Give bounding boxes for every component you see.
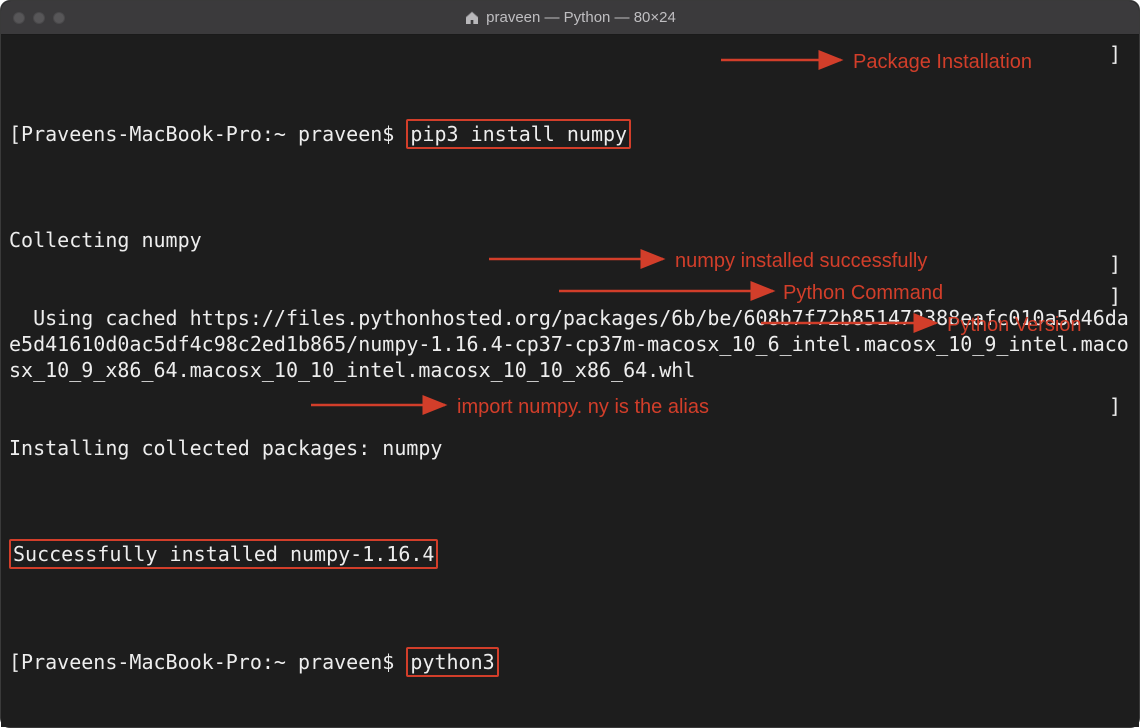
- cmd-pip3-install: pip3 install numpy: [410, 122, 627, 146]
- annotation-python-version: Python Version: [947, 312, 1082, 338]
- shell-prompt: [Praveens-MacBook-Pro:~ praveen$: [9, 650, 406, 674]
- terminal-line: Installing collected packages: numpy: [9, 435, 1131, 461]
- terminal-line: [Praveens-MacBook-Pro:~ praveen$ python3: [9, 647, 1131, 677]
- highlight-pip-command: pip3 install numpy: [406, 119, 631, 149]
- terminal-line: Successfully installed numpy-1.16.4: [9, 539, 1131, 569]
- install-success: Successfully installed numpy-1.16.4: [13, 542, 434, 566]
- traffic-lights: [13, 12, 65, 24]
- highlight-python3: python3: [406, 647, 498, 677]
- annotation-package-installation: Package Installation: [853, 49, 1032, 75]
- zoom-button[interactable]: [53, 12, 65, 24]
- highlight-success: Successfully installed numpy-1.16.4: [9, 539, 438, 569]
- line-end-bracket: ]: [1109, 393, 1121, 419]
- titlebar: praveen — Python — 80×24: [1, 1, 1139, 35]
- annotation-numpy-success: numpy installed successfully: [675, 248, 927, 274]
- annotation-import-alias: import numpy. ny is the alias: [457, 394, 709, 420]
- terminal-line: Collecting numpy: [9, 227, 1131, 253]
- terminal-body[interactable]: [Praveens-MacBook-Pro:~ praveen$ pip3 in…: [1, 35, 1139, 727]
- window-title-container: praveen — Python — 80×24: [1, 9, 1139, 26]
- line-end-bracket: ]: [1109, 251, 1121, 277]
- line-end-bracket: ]: [1109, 283, 1121, 309]
- window-title: praveen — Python — 80×24: [486, 9, 676, 26]
- cmd-python3: python3: [410, 650, 494, 674]
- terminal-line: [Praveens-MacBook-Pro:~ praveen$ pip3 in…: [9, 119, 1131, 149]
- minimize-button[interactable]: [33, 12, 45, 24]
- home-icon: [464, 10, 480, 26]
- line-end-bracket: ]: [1109, 41, 1121, 67]
- shell-prompt: [Praveens-MacBook-Pro:~ praveen$: [9, 122, 406, 146]
- annotation-python-command: Python Command: [783, 280, 943, 306]
- terminal-window: praveen — Python — 80×24 [Praveens-MacBo…: [0, 0, 1140, 728]
- close-button[interactable]: [13, 12, 25, 24]
